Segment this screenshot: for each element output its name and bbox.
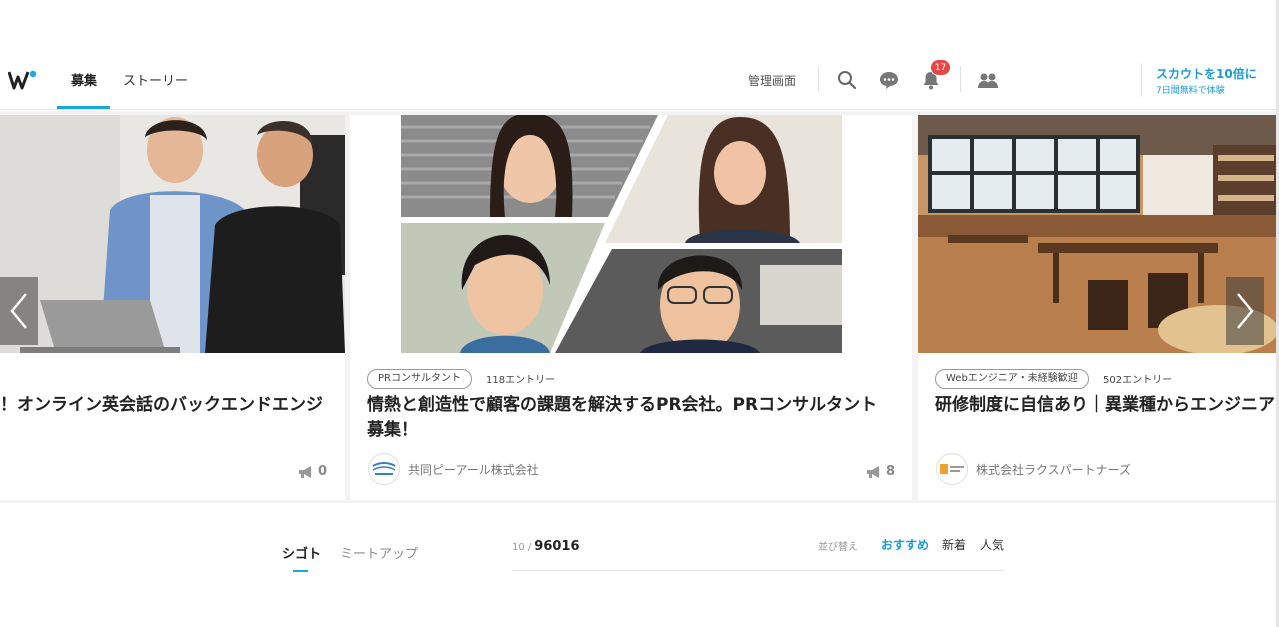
job-card[interactable]: Webエンジニア・未経験歓迎 502エントリー 研修制度に自信あり｜異業種からエ… [918,115,1279,500]
megaphone-icon [867,465,879,478]
chat-icon[interactable] [877,68,901,92]
bookmark-count: 0 [298,464,327,479]
entry-count: 118エントリー [486,375,556,386]
entry-count: 502エントリー [1103,375,1173,386]
wantedly-logo[interactable] [8,68,38,92]
company-logo[interactable] [936,453,968,485]
notification-badge: 17 [930,59,951,76]
divider [960,66,961,92]
company-name[interactable]: 共同ピーアール株式会社 [408,461,539,478]
tab-recruitment[interactable]: 募集 [71,70,97,89]
sort-recommended[interactable]: おすすめ [881,536,929,553]
tab-jobs[interactable]: シゴト [282,543,321,562]
chevron-right-icon [1237,293,1254,329]
job-category-tag[interactable]: Webエンジニア・未経験歓迎 [935,369,1089,389]
carousel-prev-button[interactable] [0,277,38,345]
featured-carousel: — ！オンライン英会話のバックエンドエンジ 0 [0,111,1279,503]
admin-link[interactable]: 管理画面 [748,72,796,89]
people-icon[interactable] [976,68,1000,92]
bookmark-count-value: 8 [886,464,896,479]
carousel-next-button[interactable] [1226,277,1264,345]
search-icon[interactable] [835,68,859,92]
divider [1141,63,1142,97]
sort-newest[interactable]: 新着 [942,536,966,553]
result-count-total: 96016 [534,539,580,554]
bookmark-count-value: 0 [318,464,328,479]
job-card-image [0,115,345,353]
company-name[interactable]: 株式会社ラクスパートナーズ [976,461,1131,478]
company-logo[interactable] [368,453,400,485]
job-title[interactable]: 研修制度に自信あり｜異業種からエンジニア [935,393,1275,418]
megaphone-icon [299,465,311,478]
job-title-continued[interactable]: 募集！ [367,418,418,443]
job-card-image [918,115,1279,353]
scout-promo-title[interactable]: スカウトを10倍に [1156,65,1257,82]
job-card-image [350,115,912,353]
top-header: 募集 ストーリー 管理画面 17 スカウトを10倍に 7日間無料で体験 [0,50,1279,110]
job-category-tag[interactable]: PRコンサルタント [367,369,472,389]
result-count: 10 / 96016 [512,539,580,554]
tab-stories[interactable]: ストーリー [123,70,188,89]
active-tab-indicator [57,106,110,109]
tab-meetups[interactable]: ミートアップ [340,543,418,562]
job-title[interactable]: 情熱と創造性で顧客の課題を解決するPR会社。PRコンサルタント [367,393,877,418]
sort-popular[interactable]: 人気 [980,536,1004,553]
bookmark-count: 8 [866,464,895,479]
job-card[interactable]: — ！オンライン英会話のバックエンドエンジ 0 [0,115,345,500]
sort-label: 並び替え [818,542,858,553]
active-tab-indicator [293,570,308,572]
divider [818,66,819,92]
job-title[interactable]: ！オンライン英会話のバックエンドエンジ [0,393,323,418]
result-count-current: 10 / [512,542,532,553]
chevron-left-icon [10,293,27,329]
job-card[interactable]: PRコンサルタント 118エントリー 情熱と創造性で顧客の課題を解決するPR会社… [350,115,912,500]
divider [512,570,1004,571]
scout-promo-subtitle[interactable]: 7日間無料で体験 [1156,83,1225,96]
